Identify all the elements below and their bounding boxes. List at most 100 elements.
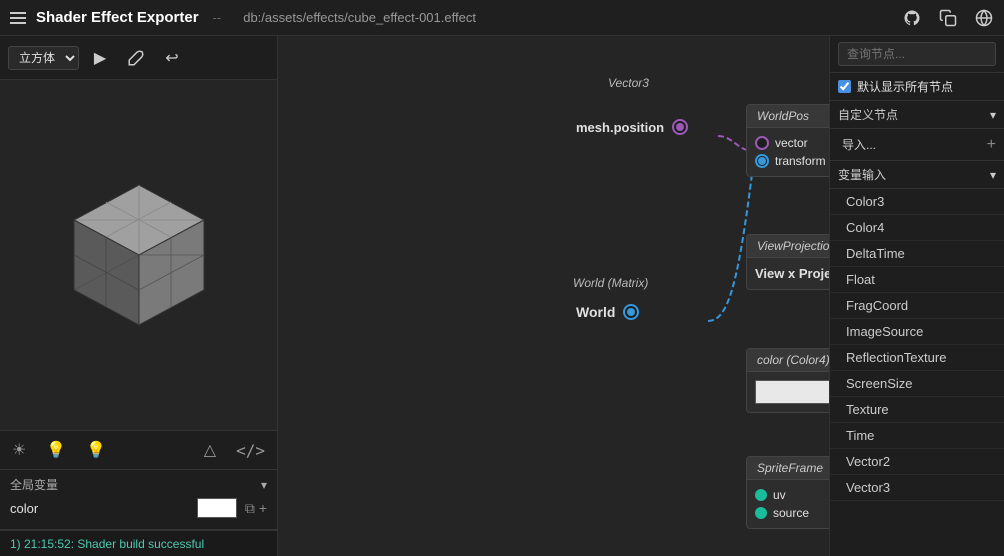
spriteframe-source-row: source rgb <box>755 504 829 522</box>
app-header: Shader Effect Exporter -- db:/assets/eff… <box>0 0 1004 36</box>
color-var-name: color <box>10 501 189 516</box>
viewprojection-label-row: View x Projection <box>755 264 829 283</box>
spriteframe-source-in-port[interactable] <box>755 507 767 519</box>
view-projection-text: View x Projection <box>755 266 829 281</box>
var-item-color3[interactable]: Color3 <box>830 189 1004 215</box>
world-matrix-label: World (Matrix) <box>573 276 648 290</box>
triangle-icon[interactable]: △ <box>204 440 216 460</box>
app-title: Shader Effect Exporter <box>36 9 199 26</box>
var-item-time[interactable]: Time <box>830 423 1004 449</box>
show-all-checkbox[interactable] <box>838 80 851 93</box>
custom-nodes-chevron: ▾ <box>990 108 996 122</box>
import-action-row: 导入... + <box>830 129 1004 161</box>
light-icon[interactable]: 💡 <box>86 440 106 460</box>
play-button[interactable]: ▶ <box>85 44 115 72</box>
color-node: color (Color4) + <box>746 348 829 413</box>
left-panel: 立方体 ▶ ↩ <box>0 36 278 556</box>
show-all-checkbox-row: 默认显示所有节点 <box>830 73 1004 101</box>
right-search-container <box>830 36 1004 73</box>
bottom-icons-bar: ☀ 💡 💡 △ </> <box>0 430 277 470</box>
var-item-deltatime[interactable]: DeltaTime <box>830 241 1004 267</box>
add-icon[interactable]: + <box>987 136 996 154</box>
globe-icon[interactable] <box>974 8 994 28</box>
worldpos-transform-in-port[interactable] <box>755 154 769 168</box>
mesh-position-label: mesh.position <box>576 120 664 135</box>
color-variable-row: color ⧉ + <box>10 493 267 523</box>
globals-chevron[interactable]: ▾ <box>261 478 267 492</box>
var-icons: ⧉ + <box>245 500 267 517</box>
var-item-vector3[interactable]: Vector3 <box>830 475 1004 501</box>
worldpos-transform-row: transform xyz + <box>755 152 829 170</box>
worldpos-header: WorldPos <box>747 105 829 128</box>
github-icon[interactable] <box>902 8 922 28</box>
var-item-screensize[interactable]: ScreenSize <box>830 371 1004 397</box>
color-preview-swatch[interactable] <box>755 380 829 404</box>
copy-var-icon[interactable]: ⧉ <box>245 500 255 517</box>
main-layout: 立方体 ▶ ↩ <box>0 36 1004 556</box>
globals-label: 全局变量 <box>10 476 58 493</box>
right-panel: 默认显示所有节点 自定义节点 ▾ 导入... + 变量输入 ▾ Color3 C… <box>829 36 1004 556</box>
var-item-vector2[interactable]: Vector2 <box>830 449 1004 475</box>
spriteframe-body: uv rgba + source rgb <box>747 480 829 528</box>
custom-nodes-header[interactable]: 自定义节点 ▾ <box>830 101 1004 129</box>
code-icon[interactable]: </> <box>236 441 265 460</box>
status-message: 1) 21:15:52: Shader build successful <box>10 537 204 551</box>
import-button[interactable]: 导入... <box>838 134 880 155</box>
bulb-icon[interactable]: 💡 <box>46 440 66 460</box>
file-path: db:/assets/effects/cube_effect-001.effec… <box>243 10 476 25</box>
world-port[interactable] <box>623 304 639 320</box>
sun-icon[interactable]: ☀ <box>12 440 26 460</box>
mesh-position-node: mesh.position <box>576 119 688 135</box>
header-icons <box>902 8 994 28</box>
preview-area <box>0 80 277 430</box>
search-input[interactable] <box>838 42 996 66</box>
add-var-icon[interactable]: + <box>259 500 267 517</box>
viewprojection-body: View x Projection <box>747 258 829 289</box>
worldpos-node: WorldPos vector output + transform xyz <box>746 104 829 177</box>
custom-nodes-label: 自定义节点 <box>838 106 898 123</box>
brush-button[interactable] <box>121 44 151 72</box>
spriteframe-uv-in-port[interactable] <box>755 489 767 501</box>
worldpos-vector-label: vector <box>775 136 808 150</box>
viewprojection-node: ViewProjection (Matrix) View x Projectio… <box>746 234 829 290</box>
world-label: World <box>576 304 615 320</box>
var-item-color4[interactable]: Color4 <box>830 215 1004 241</box>
var-item-reflectiontexture[interactable]: ReflectionTexture <box>830 345 1004 371</box>
var-item-texture[interactable]: Texture <box>830 397 1004 423</box>
status-bar: 1) 21:15:52: Shader build successful <box>0 530 277 556</box>
color-swatch-row: + <box>755 378 829 406</box>
menu-icon[interactable] <box>10 12 26 24</box>
viewprojection-header: ViewProjection (Matrix) <box>747 235 829 258</box>
shape-select[interactable]: 立方体 <box>8 46 79 70</box>
worldpos-vector-row: vector output + <box>755 134 829 152</box>
color-header: color (Color4) <box>747 349 829 372</box>
undo-button[interactable]: ↩ <box>157 44 187 72</box>
var-item-float[interactable]: Float <box>830 267 1004 293</box>
variables-chevron: ▾ <box>990 168 996 182</box>
cube-preview <box>49 165 229 345</box>
spriteframe-node: SpriteFrame uv rgba + source rgb <box>746 456 829 529</box>
globals-header: 全局变量 ▾ <box>10 476 267 493</box>
worldpos-body: vector output + transform xyz + <box>747 128 829 176</box>
spriteframe-source-label: source <box>773 506 809 520</box>
worldpos-vector-in-port[interactable] <box>755 136 769 150</box>
header-separator: -- <box>213 10 222 25</box>
color-swatch[interactable] <box>197 498 237 518</box>
spriteframe-uv-row: uv rgba + <box>755 486 829 504</box>
left-toolbar: 立方体 ▶ ↩ <box>0 36 277 80</box>
variables-label: 变量输入 <box>838 166 886 183</box>
spriteframe-uv-label: uv <box>773 488 786 502</box>
globals-section: 全局变量 ▾ color ⧉ + <box>0 470 277 530</box>
mesh-position-port[interactable] <box>672 119 688 135</box>
vector3-label: Vector3 <box>608 76 649 90</box>
var-item-fragcoord[interactable]: FragCoord <box>830 293 1004 319</box>
variable-items-list: Color3 Color4 DeltaTime Float FragCoord … <box>830 189 1004 501</box>
spriteframe-header: SpriteFrame <box>747 457 829 480</box>
var-item-imagesource[interactable]: ImageSource <box>830 319 1004 345</box>
canvas-area[interactable]: Vector3 mesh.position WorldPos vector ou… <box>278 36 829 556</box>
color-body: + <box>747 372 829 412</box>
show-all-label: 默认显示所有节点 <box>857 78 953 95</box>
copy-icon[interactable] <box>938 8 958 28</box>
variables-header[interactable]: 变量输入 ▾ <box>830 161 1004 189</box>
world-node: World <box>576 304 639 320</box>
